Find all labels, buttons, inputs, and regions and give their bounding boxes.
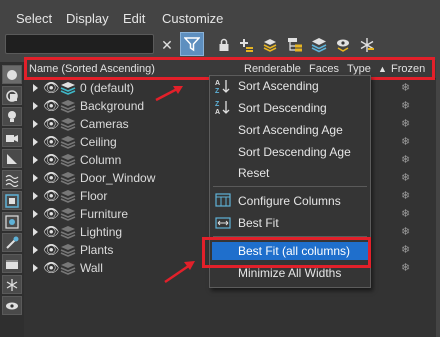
annotation-arrow-icon — [155, 86, 183, 102]
annotation-arrows — [155, 86, 195, 284]
annotation-arrow-icon — [164, 261, 195, 284]
